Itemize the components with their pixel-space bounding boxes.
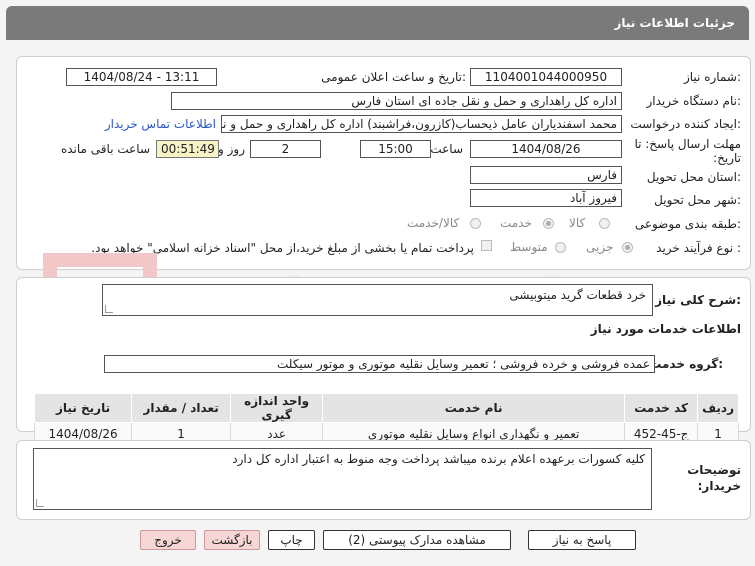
category-option-goods: کالا — [569, 216, 586, 230]
col-row-number: ردیف — [697, 393, 739, 423]
remaining-time-field: 00:51:49 — [156, 140, 219, 158]
resize-grip-icon[interactable] — [36, 499, 44, 507]
service-group-label: گروه خدمت: — [649, 357, 723, 371]
category-radio-goods-service[interactable] — [470, 218, 481, 229]
treasury-payment-checkbox[interactable] — [481, 240, 492, 251]
summary-text: خرد قطعات گرید میتوبیشی — [509, 288, 646, 302]
process-radio-medium[interactable] — [555, 242, 566, 253]
province-field: فارس — [470, 166, 622, 184]
need-number-label: شماره نیاز: — [683, 70, 741, 84]
days-field: 2 — [250, 140, 321, 158]
page-title: جزئیات اطلاعات نیاز — [614, 16, 735, 30]
view-attachments-button[interactable]: مشاهده مدارک پیوستی (2) — [323, 530, 511, 550]
requester-label: ایجاد کننده درخواست: — [630, 117, 741, 131]
table-header-row: ردیف کد خدمت نام خدمت واحد اندازه گیری ت… — [33, 393, 739, 423]
city-label: شهر محل تحویل: — [654, 193, 741, 207]
services-table: ردیف کد خدمت نام خدمت واحد اندازه گیری ت… — [33, 393, 739, 446]
exit-button[interactable]: خروج — [140, 530, 196, 550]
buyer-contact-link[interactable]: اطلاعات تماس خریدار — [105, 117, 216, 131]
services-section-title: اطلاعات خدمات مورد نیاز — [590, 322, 741, 336]
announce-datetime-field: 1404/08/24 - 13:11 — [66, 68, 217, 86]
reply-button[interactable]: پاسخ به نیاز — [528, 530, 636, 550]
category-radio-service[interactable] — [543, 218, 554, 229]
service-group-field: عمده فروشی و خرده فروشی ؛ تعمیر وسایل نق… — [104, 355, 655, 373]
deadline-label: مهلت ارسال پاسخ: تا تاریخ: — [634, 137, 741, 165]
category-radio-goods[interactable] — [599, 218, 610, 229]
need-number-field: 1104001044000950 — [470, 68, 622, 86]
city-field: فیروز آباد — [470, 189, 622, 207]
col-unit: واحد اندازه گیری — [230, 393, 324, 423]
col-service-name: نام خدمت — [322, 393, 626, 423]
deadline-date-field: 1404/08/26 — [470, 140, 622, 158]
print-button[interactable]: چاپ — [268, 530, 315, 550]
buyer-notes-label: توضیحات خریدار: — [687, 463, 741, 493]
requester-field: محمد اسفندیاران عامل ذیحساب(کازرون،فراشب… — [221, 115, 622, 133]
page-header: جزئیات اطلاعات نیاز — [6, 6, 749, 40]
resize-grip-icon[interactable] — [105, 305, 113, 313]
province-label: استان محل تحویل: — [646, 170, 741, 184]
deadline-time-field: 15:00 — [360, 140, 431, 158]
buyer-notes-text: کلیه کسورات برعهده اعلام برنده میباشد پر… — [232, 452, 645, 466]
process-option-medium: متوسط — [510, 240, 548, 254]
announce-datetime-label: تاریخ و ساعت اعلان عمومی: — [321, 70, 466, 84]
buyer-org-label: نام دستگاه خریدار: — [646, 94, 742, 108]
category-option-service: خدمت — [500, 216, 532, 230]
remaining-time-label: ساعت باقی مانده — [60, 142, 150, 156]
deadline-time-label: ساعت — [430, 142, 463, 156]
col-service-code: کد خدمت — [624, 393, 699, 423]
col-need-date: تاریخ نیاز — [33, 393, 133, 423]
summary-textarea: خرد قطعات گرید میتوبیشی — [102, 284, 653, 316]
col-quantity: تعداد / مقدار — [131, 393, 232, 423]
back-button[interactable]: بازگشت — [204, 530, 260, 550]
days-label: روز و — [218, 142, 245, 156]
process-type-label: نوع فرآیند خرید : — [656, 241, 741, 255]
summary-label: شرح کلی نیاز: — [655, 293, 741, 307]
treasury-payment-note: پرداخت تمام یا بخشی از مبلغ خرید،از محل … — [91, 241, 474, 255]
buyer-org-field: اداره کل راهداری و حمل و نقل جاده ای است… — [171, 92, 622, 110]
process-radio-minor[interactable] — [622, 242, 633, 253]
category-label: طبقه بندی موضوعی: — [634, 217, 741, 231]
buyer-notes-textarea: کلیه کسورات برعهده اعلام برنده میباشد پر… — [33, 448, 652, 510]
process-option-minor: جزیی — [586, 240, 614, 254]
category-option-goods-service: کالا/خدمت — [407, 216, 460, 230]
